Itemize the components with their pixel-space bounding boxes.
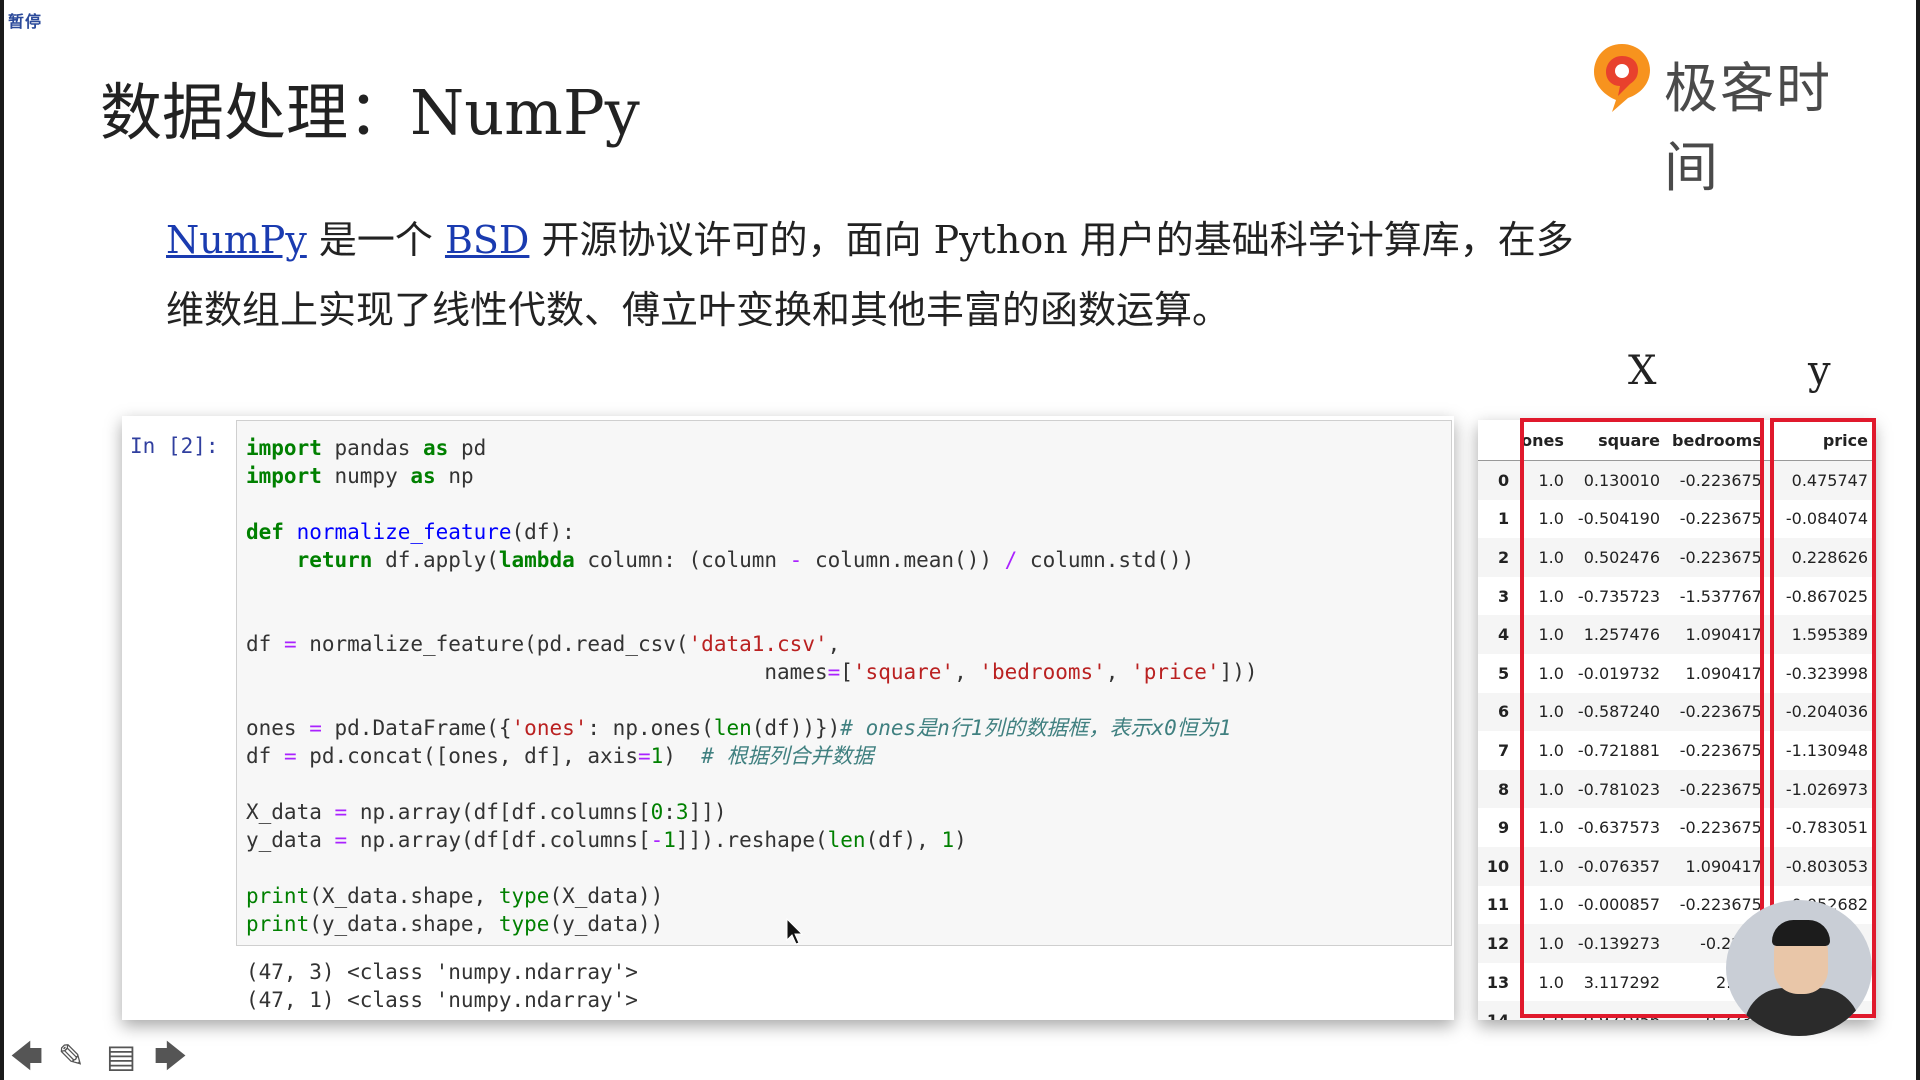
intro-text-1: 是一个 bbox=[306, 218, 445, 262]
numpy-link[interactable]: NumPy bbox=[166, 218, 307, 262]
index-header bbox=[1478, 420, 1516, 461]
right-edge bbox=[1916, 0, 1920, 1080]
cell-output: (47, 3) <class 'numpy.ndarray'> (47, 1) … bbox=[246, 958, 638, 1014]
cell-prompt: In [2]: bbox=[130, 434, 219, 458]
row-index: 12 bbox=[1478, 924, 1516, 963]
logo-text: 极客时间 bbox=[1664, 57, 1832, 199]
row-index: 6 bbox=[1478, 692, 1516, 732]
row-index: 14 bbox=[1478, 1001, 1516, 1020]
output-line: (47, 3) <class 'numpy.ndarray'> bbox=[246, 960, 638, 984]
label-x: X bbox=[1628, 348, 1657, 394]
arrow-right-icon[interactable]: 🡆 bbox=[154, 1036, 187, 1076]
mouse-cursor-icon bbox=[786, 918, 804, 945]
bsd-link[interactable]: BSD bbox=[445, 218, 529, 262]
row-index: 11 bbox=[1486, 895, 1510, 915]
output-line: (47, 1) <class 'numpy.ndarray'> bbox=[246, 988, 638, 1012]
intro-paragraph: NumPy 是一个 BSD 开源协议许可的，面向 Python 用户的基础科学计… bbox=[166, 205, 1586, 345]
row-index: 3 bbox=[1498, 586, 1510, 606]
label-y: y bbox=[1808, 348, 1831, 394]
row-index: 13 bbox=[1486, 972, 1510, 992]
presenter-video bbox=[1726, 900, 1872, 1036]
pause-badge[interactable]: 暂停 bbox=[8, 8, 42, 32]
row-index: 7 bbox=[1498, 740, 1510, 760]
row-index: 1 bbox=[1498, 509, 1510, 529]
slide-navigation: 🡄 ✎ ▤ 🡆 bbox=[10, 1036, 200, 1076]
slide-title: 数据处理：NumPy bbox=[100, 76, 640, 149]
row-index: 0 bbox=[1478, 460, 1516, 500]
code-block: import pandas as pd import numpy as np d… bbox=[246, 436, 1258, 936]
geektime-logo-icon bbox=[1594, 44, 1650, 112]
row-index: 5 bbox=[1498, 663, 1510, 683]
row-index: 10 bbox=[1478, 846, 1516, 886]
row-index: 2 bbox=[1478, 538, 1516, 577]
row-index: 4 bbox=[1478, 615, 1516, 654]
brand-logo: 极客时间 bbox=[1590, 38, 1880, 199]
pencil-icon[interactable]: ✎ bbox=[58, 1036, 85, 1076]
row-index: 8 bbox=[1478, 769, 1516, 809]
arrow-left-icon[interactable]: 🡄 bbox=[10, 1036, 43, 1076]
notes-icon[interactable]: ▤ bbox=[106, 1036, 136, 1076]
row-index: 9 bbox=[1498, 818, 1510, 838]
highlight-box-x bbox=[1520, 418, 1764, 1018]
left-edge bbox=[0, 0, 4, 1080]
